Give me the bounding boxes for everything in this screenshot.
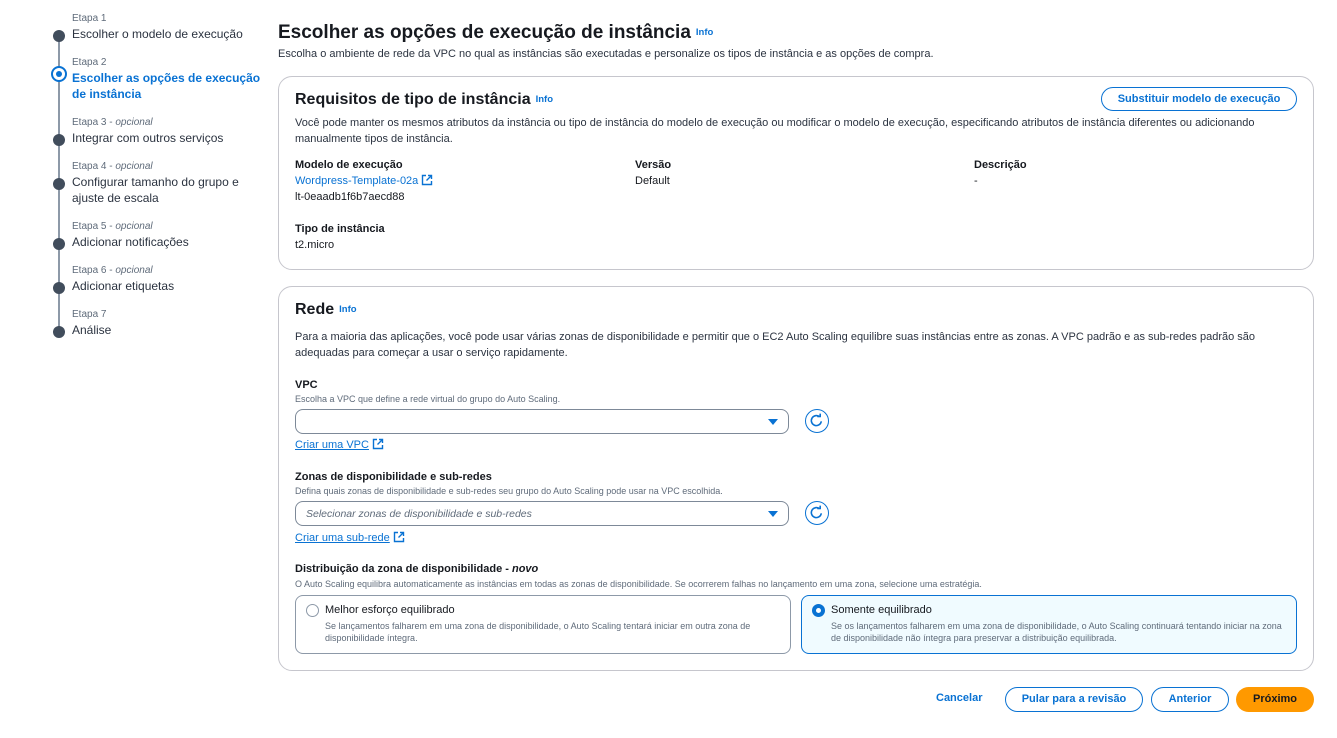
step-3[interactable]: Etapa 3 - opcional Integrar com outros s… [52, 116, 267, 146]
vpc-label: VPC [295, 379, 318, 391]
instance-req-title: Requisitos de tipo de instância Info [295, 91, 553, 109]
description-value: - [974, 175, 978, 187]
option-best-effort-tile[interactable]: Melhor esforço equilibrado Se lançamento… [295, 595, 791, 654]
template-label: Modelo de execução [295, 159, 403, 171]
option-balanced-only-tile[interactable]: Somente equilibrado Se os lançamentos fa… [801, 595, 1297, 654]
step-5-dot [53, 238, 65, 250]
az-subnet-placeholder: Selecionar zonas de disponibilidade e su… [306, 508, 532, 520]
caret-down-icon [768, 511, 778, 517]
version-label: Versão [635, 159, 672, 171]
option-best-effort-radio[interactable] [306, 604, 319, 617]
step-2-dot [51, 66, 67, 82]
step-1[interactable]: Etapa 1 Escolher o modelo de execução [52, 12, 267, 42]
step-7-dot [53, 326, 65, 338]
description-field: Descrição - [974, 157, 1027, 189]
step-5-number: Etapa 5 - opcional [72, 221, 153, 232]
az-subnet-select[interactable]: Selecionar zonas de disponibilidade e su… [295, 501, 789, 526]
step-3-dot [53, 134, 65, 146]
option-balanced-only-radio[interactable] [812, 604, 825, 617]
step-4-number: Etapa 4 - opcional [72, 161, 153, 172]
step-7-label[interactable]: Análise [72, 322, 267, 338]
step-6-label[interactable]: Adicionar etiquetas [72, 278, 267, 294]
instance-type-requirements-panel: Requisitos de tipo de instância Info Subs… [278, 76, 1314, 270]
option-best-effort-desc: Se lançamentos falharem em uma zona de d… [325, 621, 751, 643]
az-refresh-button[interactable] [805, 501, 829, 525]
distribution-label-text: Distribuição da zona de disponibilidade … [295, 563, 512, 575]
step-4-label[interactable]: Configurar tamanho do grupo e ajuste de … [72, 174, 252, 206]
refresh-icon [810, 505, 823, 519]
page-info-link[interactable]: Info [696, 27, 713, 38]
template-link-text[interactable]: Wordpress-Template-02a [295, 175, 418, 187]
step-7[interactable]: Etapa 7 Análise [52, 308, 267, 338]
step-4[interactable]: Etapa 4 - opcional Configurar tamanho do… [52, 160, 267, 206]
step-3-label[interactable]: Integrar com outros serviços [72, 130, 267, 146]
version-field: Versão Default [635, 157, 671, 189]
network-description: Para a maioria das aplicações, você pode… [295, 331, 1256, 359]
vpc-select[interactable] [295, 409, 789, 434]
previous-button[interactable]: Anterior [1151, 687, 1229, 712]
external-link-icon [422, 174, 433, 186]
vpc-hint: Escolha a VPC que define a rede virtual … [295, 394, 561, 404]
az-hint: Defina quais zonas de disponibilidade e … [295, 486, 723, 496]
skip-to-review-button[interactable]: Pular para a revisão [1005, 687, 1143, 712]
create-subnet-text[interactable]: Criar uma sub-rede [295, 532, 390, 544]
create-subnet-link[interactable]: Criar uma sub-rede [295, 531, 405, 544]
option-best-effort-title: Melhor esforço equilibrado [325, 604, 455, 616]
step-5[interactable]: Etapa 5 - opcional Adicionar notificaçõe… [52, 220, 267, 250]
wizard-steps: Etapa 1 Escolher o modelo de execução Et… [51, 12, 267, 338]
step-1-number: Etapa 1 [72, 13, 107, 24]
network-title-text: Rede [295, 301, 335, 318]
page-title-text: Escolher as opções de execução de instân… [278, 22, 691, 43]
option-balanced-only-desc: Se os lançamentos falharem em uma zona d… [831, 621, 1282, 643]
next-button[interactable]: Próximo [1236, 687, 1314, 712]
replace-template-button[interactable]: Substituir modelo de execução [1101, 87, 1297, 111]
step-2[interactable]: Etapa 2 Escolher as opções de execução d… [51, 56, 267, 102]
step-6-number: Etapa 6 - opcional [72, 265, 153, 276]
step-5-label[interactable]: Adicionar notificações [72, 234, 267, 250]
step-7-number: Etapa 7 [72, 309, 107, 320]
template-id: lt-0eaadb1f6b7aecd88 [295, 191, 405, 203]
step-1-dot [53, 30, 65, 42]
cancel-button[interactable]: Cancelar [936, 692, 982, 704]
template-field: Modelo de execução Wordpress-Template-02… [295, 157, 433, 205]
external-link-icon [372, 438, 384, 450]
step-1-label[interactable]: Escolher o modelo de execução [72, 26, 267, 42]
page-description: Escolha o ambiente de rede da VPC no qua… [278, 48, 934, 60]
caret-down-icon [768, 419, 778, 425]
step-6-dot [53, 282, 65, 294]
instance-req-title-text: Requisitos de tipo de instância [295, 91, 531, 108]
network-info-link[interactable]: Info [339, 304, 356, 315]
instance-type-label: Tipo de instância [295, 223, 385, 235]
distribution-hint: O Auto Scaling equilibra automaticamente… [295, 579, 982, 589]
az-label: Zonas de disponibilidade e sub-redes [295, 471, 492, 483]
option-balanced-only-title: Somente equilibrado [831, 604, 932, 616]
instance-type-field: Tipo de instância t2.micro [295, 221, 385, 253]
external-link-icon [393, 531, 404, 543]
description-label: Descrição [974, 159, 1027, 171]
step-4-dot [53, 178, 65, 190]
step-6[interactable]: Etapa 6 - opcional Adicionar etiquetas [52, 264, 267, 294]
page-title: Escolher as opções de execução de instân… [278, 22, 713, 44]
step-2-label[interactable]: Escolher as opções de execução de instân… [72, 70, 267, 102]
vpc-refresh-button[interactable] [805, 409, 829, 433]
distribution-label: Distribuição da zona de disponibilidade … [295, 563, 538, 575]
step-3-number: Etapa 3 - opcional [72, 117, 153, 128]
create-vpc-link[interactable]: Criar uma VPC [295, 438, 384, 451]
create-vpc-text[interactable]: Criar uma VPC [295, 439, 369, 451]
instance-req-description: Você pode manter os mesmos atributos da … [295, 117, 1255, 145]
distribution-new-badge: novo [511, 563, 539, 575]
template-link[interactable]: Wordpress-Template-02a [295, 174, 433, 187]
version-value: Default [635, 175, 670, 187]
instance-req-info-link[interactable]: Info [536, 94, 553, 105]
step-2-number: Etapa 2 [72, 57, 107, 68]
instance-type-value: t2.micro [295, 239, 335, 251]
refresh-icon [810, 413, 823, 427]
network-title: Rede Info [295, 301, 357, 319]
